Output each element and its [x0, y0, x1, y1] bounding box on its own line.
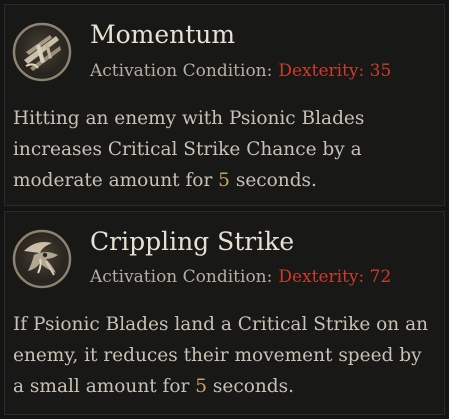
description-text: a small amount for [13, 376, 196, 397]
description-text: seconds. [229, 170, 317, 191]
skill-title: Momentum [90, 20, 236, 49]
momentum-icon [12, 22, 72, 82]
description-line: moderate amount for 5 seconds. [13, 165, 443, 196]
activation-condition: Activation Condition: Dexterity: 35 [90, 61, 391, 81]
condition-label: Activation Condition: [90, 267, 273, 287]
condition-requirement: Dexterity: 35 [278, 61, 392, 81]
skill-description: Hitting an enemy with Psionic Blades inc… [13, 103, 443, 196]
description-line: increases Critical Strike Chance by a [13, 139, 362, 160]
skill-tooltip: Momentum Activation Condition: Dexterity:… [0, 0, 449, 419]
duration-value: 5 [218, 170, 230, 191]
description-text: seconds. [207, 376, 295, 397]
condition-requirement: Dexterity: 72 [278, 267, 392, 287]
description-text: moderate amount for [13, 170, 219, 191]
skill-title: Crippling Strike [90, 227, 295, 256]
activation-condition: Activation Condition: Dexterity: 72 [90, 267, 391, 287]
duration-value: 5 [195, 376, 208, 397]
description-line: enemy, it reduces their movement speed b… [13, 345, 422, 366]
skill-card-momentum: Momentum Activation Condition: Dexterity:… [4, 4, 445, 206]
skill-description: If Psionic Blades land a Critical Strike… [13, 309, 443, 402]
crippling-strike-icon [12, 229, 72, 289]
description-line: Hitting an enemy with Psionic Blades [13, 108, 365, 129]
description-line: If Psionic Blades land a Critical Strike… [13, 314, 429, 335]
skill-card-crippling-strike: Crippling Strike Activation Condition: De… [4, 211, 445, 415]
description-line: a small amount for 5 seconds. [13, 371, 443, 402]
condition-label: Activation Condition: [90, 61, 273, 81]
